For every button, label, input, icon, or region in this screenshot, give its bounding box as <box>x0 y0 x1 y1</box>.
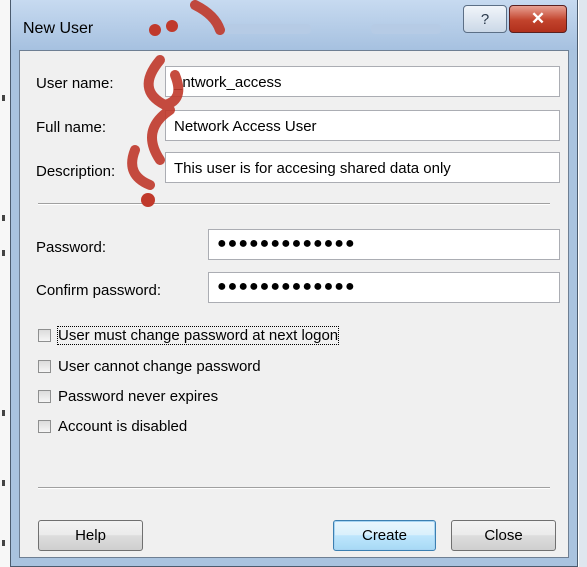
checkbox-label: Password never expires <box>58 387 219 405</box>
fullname-label: Full name: <box>36 119 107 136</box>
close-button[interactable]: Close <box>451 520 556 551</box>
checkbox-label: User cannot change password <box>58 357 261 375</box>
checkbox[interactable] <box>38 419 51 433</box>
checkbox-label: Account is disabled <box>58 417 188 435</box>
close-button-label: Close <box>484 527 523 544</box>
password-label: Password: <box>36 239 107 256</box>
close-icon[interactable]: ✕ <box>509 5 567 33</box>
dialog-client-area: User name: _ntwork_access Full name: Net… <box>19 50 569 558</box>
checkbox-label: User must change password at next logon <box>56 325 340 345</box>
title-bar-blur <box>221 24 311 34</box>
option-account-disabled[interactable]: Account is disabled <box>38 416 187 436</box>
username-field[interactable]: _ntwork_access <box>165 66 560 97</box>
confirm-password-label: Confirm password: <box>36 282 162 299</box>
option-password-never-expires[interactable]: Password never expires <box>38 386 218 406</box>
title-bar-blur <box>371 24 441 34</box>
create-button[interactable]: Create <box>333 520 436 551</box>
checkbox[interactable] <box>38 389 51 403</box>
password-field[interactable]: ●●●●●●●●●●●●● <box>208 229 560 260</box>
fullname-field[interactable]: Network Access User <box>165 110 560 141</box>
checkbox[interactable] <box>38 328 51 342</box>
confirm-password-field[interactable]: ●●●●●●●●●●●●● <box>208 272 560 303</box>
separator <box>38 203 550 205</box>
help-button-label: Help <box>75 527 106 544</box>
close-glyph: ✕ <box>530 9 546 28</box>
title-bar[interactable]: New User ? ✕ <box>11 0 577 50</box>
create-button-label: Create <box>361 527 408 544</box>
option-cannot-change-password[interactable]: User cannot change password <box>38 356 261 376</box>
help-button[interactable]: Help <box>38 520 143 551</box>
description-label: Description: <box>36 163 116 180</box>
description-field[interactable]: This user is for accesing shared data on… <box>165 152 560 183</box>
new-user-dialog: New User ? ✕ User name: _ntwork_access F… <box>10 0 578 567</box>
background-window-edge-right <box>579 0 587 567</box>
help-icon[interactable]: ? <box>463 5 507 33</box>
checkbox[interactable] <box>38 359 51 373</box>
dialog-title: New User <box>23 20 94 37</box>
help-glyph: ? <box>480 10 490 28</box>
separator <box>38 487 550 489</box>
username-label: User name: <box>36 75 114 92</box>
option-must-change-password[interactable]: User must change password at next logon <box>38 325 340 345</box>
